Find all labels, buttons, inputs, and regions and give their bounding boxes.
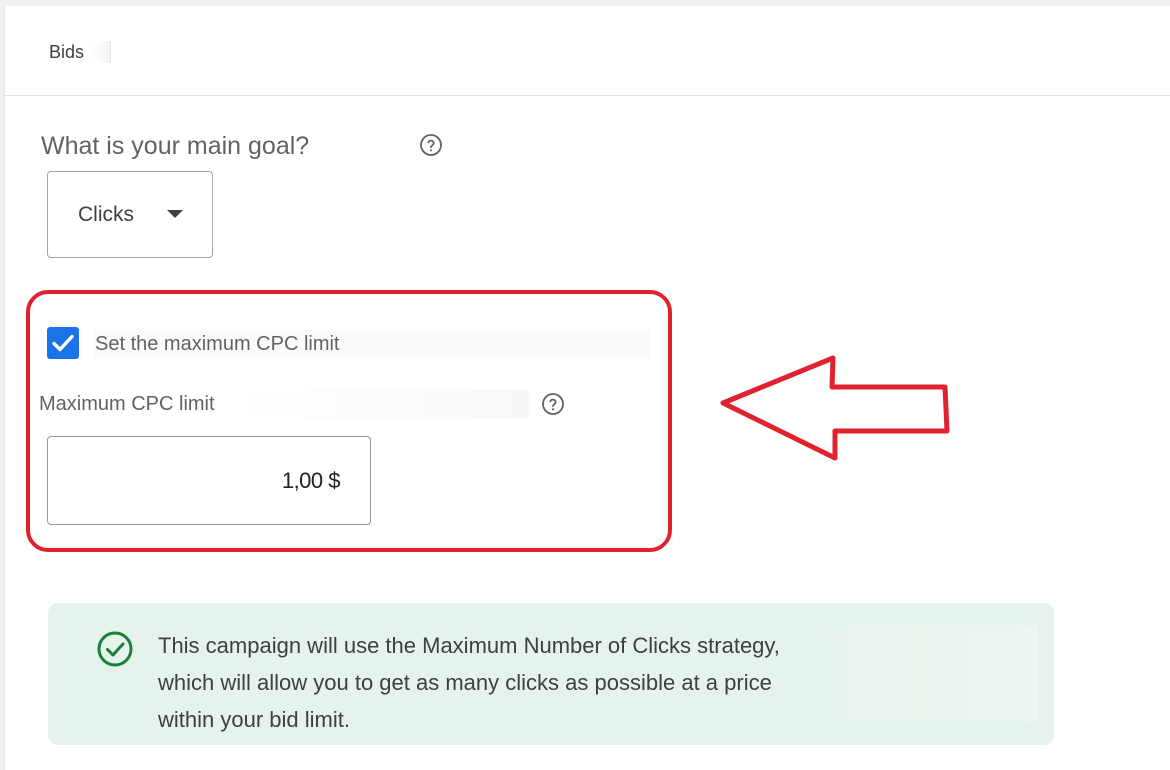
annotation-arrow-icon <box>717 352 955 468</box>
strategy-info-box: This campaign will use the Maximum Numbe… <box>48 603 1054 745</box>
info-box-shading <box>808 625 1038 721</box>
max-cpc-checkbox-label[interactable]: Set the maximum CPC limit <box>93 329 651 359</box>
bids-panel: Bids What is your main goal? Clicks Set … <box>4 6 1170 770</box>
goal-select[interactable]: Clicks <box>47 171 213 258</box>
check-circle-icon <box>96 630 134 668</box>
help-icon[interactable] <box>541 392 565 416</box>
max-cpc-checkbox[interactable] <box>47 327 79 359</box>
section-title: Bids <box>49 41 112 63</box>
max-cpc-limit-label: Maximum CPC limit <box>39 389 529 419</box>
max-cpc-value: 1,00 $ <box>281 468 341 493</box>
checkmark-icon <box>52 334 74 352</box>
caret-down-icon <box>167 210 183 218</box>
strategy-info-text: This campaign will use the Maximum Numbe… <box>158 633 780 732</box>
goal-question: What is your main goal? <box>41 132 310 160</box>
max-cpc-input[interactable]: 1,00 $ <box>47 436 371 525</box>
section-header: Bids <box>5 6 1170 96</box>
help-icon[interactable] <box>419 133 443 157</box>
goal-select-value: Clicks <box>78 203 134 226</box>
